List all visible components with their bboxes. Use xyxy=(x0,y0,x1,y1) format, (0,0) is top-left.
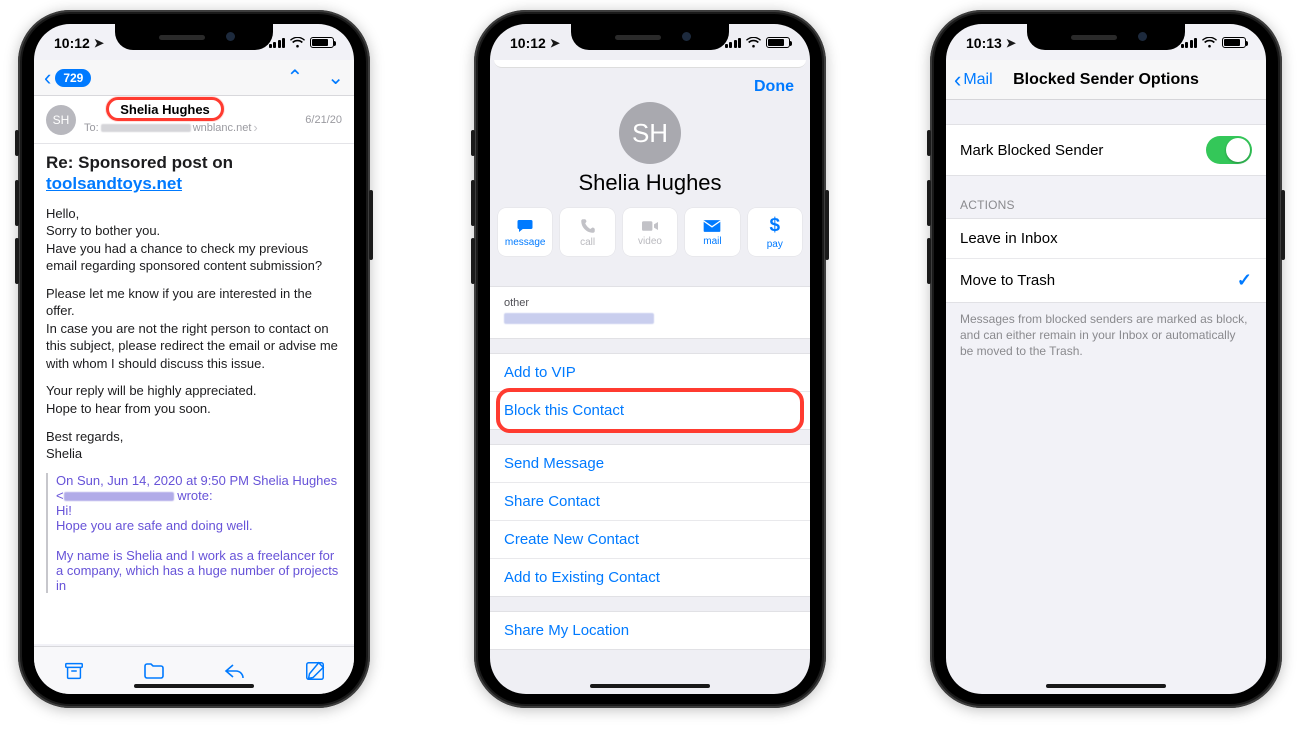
mail-action-button[interactable]: mail xyxy=(685,208,739,256)
prev-message-button[interactable]: ⌃ xyxy=(286,65,303,90)
contact-avatar: SH xyxy=(619,102,681,164)
message-action-button[interactable]: message xyxy=(498,208,552,256)
move-to-trash-row[interactable]: Move to Trash ✓ xyxy=(946,258,1266,302)
battery-icon xyxy=(1222,37,1246,48)
home-indicator[interactable] xyxy=(1046,684,1166,688)
reply-button[interactable] xyxy=(223,660,247,682)
contact-email-field[interactable]: other xyxy=(490,287,810,338)
location-icon: ➤ xyxy=(1006,36,1016,50)
share-my-location-button[interactable]: Share My Location xyxy=(490,612,810,649)
location-icon: ➤ xyxy=(94,36,104,50)
done-button[interactable]: Done xyxy=(754,78,794,96)
redacted-email xyxy=(504,313,654,324)
video-action-button: video xyxy=(623,208,677,256)
page-title: Blocked Sender Options xyxy=(946,71,1266,89)
home-indicator[interactable] xyxy=(134,684,254,688)
share-contact-button[interactable]: Share Contact xyxy=(490,482,810,520)
status-time: 10:13 xyxy=(966,35,1002,51)
battery-icon xyxy=(310,37,334,48)
quoted-message: On Sun, Jun 14, 2020 at 9:50 PM Shelia H… xyxy=(46,473,342,593)
mark-blocked-sender-row[interactable]: Mark Blocked Sender xyxy=(946,125,1266,175)
mail-nav-bar: ‹ 729 ⌃ ⌄ xyxy=(34,60,354,96)
add-to-vip-button[interactable]: Add to VIP xyxy=(490,354,810,391)
archive-button[interactable] xyxy=(63,660,85,682)
contact-name: Shelia Hughes xyxy=(490,170,810,196)
message-body[interactable]: Re: Sponsored post on toolsandtoys.net H… xyxy=(34,144,354,644)
sender-highlight-annotation: Shelia Hughes xyxy=(106,97,224,121)
check-icon: ✓ xyxy=(1237,270,1252,291)
create-new-contact-button[interactable]: Create New Contact xyxy=(490,520,810,558)
leave-in-inbox-row[interactable]: Leave in Inbox xyxy=(946,219,1266,258)
phone-mail-message: 10:12 ➤ ‹ 729 ⌃ ⌄ SH xyxy=(18,10,370,708)
to-label: To: xyxy=(84,122,99,134)
message-date: 6/21/20 xyxy=(305,114,342,126)
move-button[interactable] xyxy=(142,660,166,682)
subject-link[interactable]: toolsandtoys.net xyxy=(46,174,182,193)
home-indicator[interactable] xyxy=(590,684,710,688)
call-action-button: call xyxy=(560,208,614,256)
wifi-icon xyxy=(290,37,305,48)
actions-section-header: ACTIONS xyxy=(946,176,1266,218)
to-redacted xyxy=(101,124,191,132)
location-icon: ➤ xyxy=(550,36,560,50)
message-header[interactable]: SH To: wnblanc.net › 6/21/20 Shelia Hugh… xyxy=(34,96,354,144)
wifi-icon xyxy=(746,37,761,48)
next-message-button[interactable]: ⌄ xyxy=(327,65,344,90)
add-to-existing-contact-button[interactable]: Add to Existing Contact xyxy=(490,558,810,596)
pay-action-button[interactable]: $ pay xyxy=(748,208,802,256)
message-subject: Re: Sponsored post on toolsandtoys.net xyxy=(46,152,342,195)
sender-avatar: SH xyxy=(46,105,76,135)
inbox-count-badge[interactable]: 729 xyxy=(55,69,91,87)
phone-blocked-settings: 10:13 ➤ ‹ Mail Blocked Sender Options Mar… xyxy=(930,10,1282,708)
mark-blocked-sender-toggle[interactable] xyxy=(1206,136,1252,164)
phone-contact-card: 10:12 ➤ Done SH Shelia Hughes message xyxy=(474,10,826,708)
battery-icon xyxy=(766,37,790,48)
chevron-right-icon: › xyxy=(253,120,257,135)
chevron-left-icon: ‹ xyxy=(954,67,961,93)
send-message-button[interactable]: Send Message xyxy=(490,445,810,482)
wifi-icon xyxy=(1202,37,1217,48)
dollar-icon: $ xyxy=(770,215,781,237)
status-time: 10:12 xyxy=(54,35,90,51)
back-button[interactable]: ‹ Mail xyxy=(954,67,993,93)
settings-nav-bar: ‹ Mail Blocked Sender Options xyxy=(946,60,1266,100)
block-contact-button[interactable]: Block this Contact xyxy=(490,391,810,429)
status-time: 10:12 xyxy=(510,35,546,51)
compose-button[interactable] xyxy=(304,660,326,682)
settings-footer-note: Messages from blocked senders are marked… xyxy=(946,303,1266,368)
back-chevron-icon[interactable]: ‹ xyxy=(44,65,51,91)
